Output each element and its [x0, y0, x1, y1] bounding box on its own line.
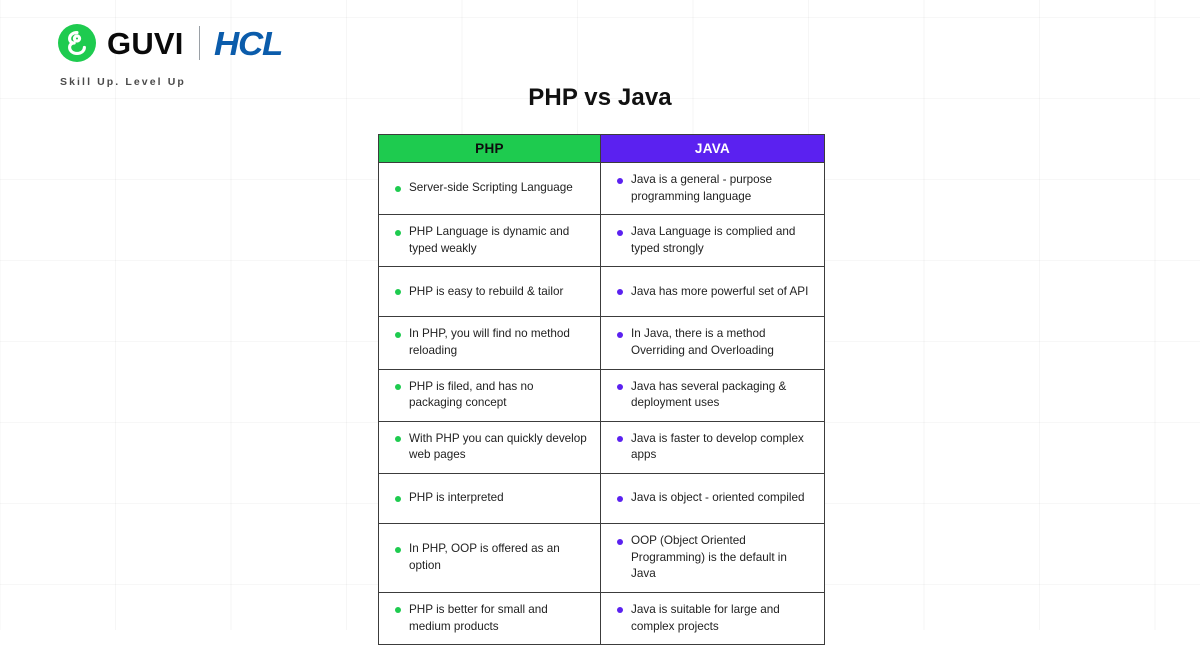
hcl-wordmark: HCL [213, 24, 283, 62]
cell-content: In PHP, you will find no method reloadin… [379, 317, 600, 368]
cell-content: PHP is filed, and has no packaging conce… [379, 370, 600, 421]
table-cell-php: PHP is easy to rebuild & tailor [378, 266, 601, 318]
cell-content: PHP is interpreted [379, 481, 600, 516]
cell-content: Java Language is complied and typed stro… [601, 215, 824, 266]
cell-text: Java Language is complied and typed stro… [631, 225, 796, 255]
brand-divider [198, 26, 200, 60]
table-row: PHP is filed, and has no packaging conce… [378, 368, 825, 422]
bullet-icon [395, 607, 401, 614]
bullet-icon [617, 177, 623, 184]
bullet-icon [617, 436, 623, 443]
table-row: PHP is interpreted Java is object - orien… [378, 473, 825, 525]
table-header: PHP JAVA [378, 134, 825, 163]
bullet-icon [617, 538, 623, 545]
table-row: PHP is better for small and medium produ… [378, 591, 825, 645]
table-cell-java: Java is object - oriented compiled [600, 473, 825, 525]
cell-text: OOP (Object Oriented Programming) is the… [631, 534, 787, 581]
table-cell-java: Java is a general - purpose programming … [600, 161, 825, 216]
table-cell-php: PHP Language is dynamic and typed weakly [378, 214, 601, 268]
table-row: In PHP, you will find no method reloadin… [378, 316, 825, 370]
bullet-icon [395, 229, 401, 236]
cell-content: OOP (Object Oriented Programming) is the… [601, 524, 824, 592]
cell-content: Java is object - oriented compiled [601, 481, 824, 516]
bullet-icon [617, 229, 623, 236]
cell-text: PHP is filed, and has no packaging conce… [409, 379, 534, 410]
cell-text: In PHP, OOP is offered as an option [409, 542, 560, 572]
brand-header: GUVI HCL Skill Up. Level Up [58, 21, 283, 88]
bullet-icon [395, 331, 401, 338]
table-header-row: PHP JAVA [378, 134, 825, 163]
bullet-icon [395, 384, 401, 391]
table-body: Server-side Scripting Language Java is a … [378, 161, 825, 645]
table-cell-java: Java Language is complied and typed stro… [600, 214, 825, 268]
table-row: Server-side Scripting Language Java is a … [378, 161, 825, 216]
column-header-java: JAVA [600, 134, 825, 163]
bullet-icon [395, 185, 401, 192]
cell-text: Java has more powerful set of API [631, 284, 809, 298]
table-cell-java: In Java, there is a method Overriding an… [600, 316, 825, 370]
cell-text: Java is faster to develop complex apps [631, 431, 804, 462]
guvi-wordmark: GUVI [107, 25, 184, 61]
cell-content: Java is suitable for large and complex p… [601, 593, 824, 644]
cell-content: Server-side Scripting Language [379, 171, 600, 206]
cell-content: Java is a general - purpose programming … [601, 163, 824, 214]
cell-text: In PHP, you will find no method reloadin… [409, 327, 570, 358]
bullet-icon [617, 331, 623, 338]
bullet-icon [395, 436, 401, 443]
table-row: With PHP you can quickly develop web pag… [378, 420, 825, 475]
cell-text: PHP Language is dynamic and typed weakly [409, 225, 570, 255]
cell-text: Java has several packaging & deployment … [631, 379, 787, 410]
cell-content: Java has several packaging & deployment … [601, 370, 824, 421]
cell-text: Java is a general - purpose programming … [631, 173, 772, 203]
cell-text: Server-side Scripting Language [409, 181, 573, 195]
cell-text: PHP is easy to rebuild & tailor [409, 284, 564, 298]
table-row: PHP is easy to rebuild & tailor Java has … [378, 266, 825, 318]
table-cell-java: Java is faster to develop complex apps [600, 420, 825, 475]
cell-content: PHP is better for small and medium produ… [379, 593, 600, 644]
table-cell-java: OOP (Object Oriented Programming) is the… [600, 523, 825, 593]
cell-content: PHP is easy to rebuild & tailor [379, 275, 600, 310]
cell-text: With PHP you can quickly develop web pag… [409, 431, 587, 462]
brand-logo-row: GUVI HCL [58, 21, 283, 65]
bullet-icon [395, 289, 401, 296]
table-cell-java: Java is suitable for large and complex p… [600, 591, 825, 645]
bullet-icon [617, 289, 623, 296]
column-header-php: PHP [378, 134, 601, 163]
bullet-icon [617, 495, 623, 502]
cell-text: PHP is interpreted [409, 491, 504, 505]
cell-content: PHP Language is dynamic and typed weakly [379, 215, 600, 266]
table-cell-php: PHP is better for small and medium produ… [378, 591, 601, 645]
table-cell-php: PHP is interpreted [378, 473, 601, 525]
bullet-icon [395, 495, 401, 502]
table-row: PHP Language is dynamic and typed weakly… [378, 214, 825, 268]
cell-text: Java is suitable for large and complex p… [631, 602, 780, 633]
cell-text: Java is object - oriented compiled [631, 491, 805, 505]
bullet-icon [617, 384, 623, 391]
page-title: PHP vs Java [528, 84, 672, 111]
bullet-icon [395, 546, 401, 553]
comparison-table: PHP JAVA Server-side Scripting Language J… [378, 134, 825, 645]
cell-content: With PHP you can quickly develop web pag… [379, 422, 600, 473]
cell-text: PHP is better for small and medium produ… [409, 602, 548, 633]
table-cell-php: In PHP, OOP is offered as an option [378, 523, 601, 593]
table-cell-php: With PHP you can quickly develop web pag… [378, 420, 601, 475]
bullet-icon [617, 607, 623, 614]
cell-content: Java is faster to develop complex apps [601, 422, 824, 473]
table-cell-java: Java has several packaging & deployment … [600, 368, 825, 422]
table-cell-java: Java has more powerful set of API [600, 266, 825, 318]
cell-content: In PHP, OOP is offered as an option [379, 532, 600, 583]
table-row: In PHP, OOP is offered as an option OOP (… [378, 523, 825, 593]
cell-content: Java has more powerful set of API [601, 275, 824, 310]
table-cell-php: Server-side Scripting Language [378, 161, 601, 216]
table-cell-php: In PHP, you will find no method reloadin… [378, 316, 601, 370]
table-cell-php: PHP is filed, and has no packaging conce… [378, 368, 601, 422]
cell-text: In Java, there is a method Overriding an… [631, 327, 774, 358]
cell-content: In Java, there is a method Overriding an… [601, 317, 824, 368]
guvi-circle-g-icon [58, 24, 96, 62]
